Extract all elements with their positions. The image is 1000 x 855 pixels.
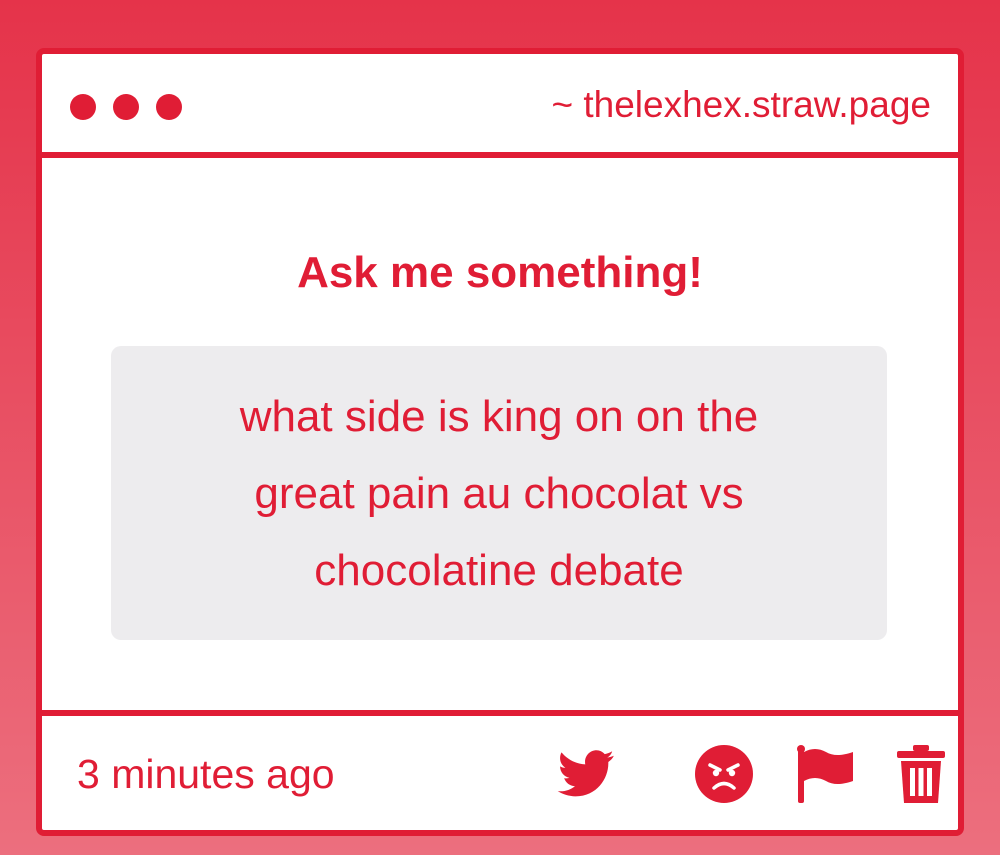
window-titlebar: ~ thelexhex.straw.page — [42, 54, 958, 158]
delete-button[interactable] — [894, 744, 948, 804]
window-dot — [70, 94, 96, 120]
card-footer: 3 minutes ago — [42, 710, 958, 830]
ask-card: ~ thelexhex.straw.page Ask me something!… — [36, 48, 964, 836]
twitter-icon — [557, 750, 614, 797]
window-dot — [156, 94, 182, 120]
page-title: Ask me something! — [297, 248, 703, 297]
main-content: Ask me something! what side is king on o… — [42, 158, 958, 716]
timestamp: 3 minutes ago — [77, 751, 335, 797]
page-url: ~ thelexhex.straw.page — [551, 84, 931, 125]
flag-icon — [797, 745, 853, 803]
question-box: what side is king on on the great pain a… — [111, 346, 887, 640]
share-twitter-button[interactable] — [556, 744, 616, 804]
trash-icon — [897, 745, 945, 803]
window-dots — [70, 94, 182, 120]
question-text: what side is king on on the great pain a… — [239, 391, 759, 595]
angry-face-icon — [695, 745, 753, 803]
report-flag-button[interactable] — [794, 744, 856, 804]
react-angry-button[interactable] — [694, 744, 754, 804]
window-dot — [113, 94, 139, 120]
